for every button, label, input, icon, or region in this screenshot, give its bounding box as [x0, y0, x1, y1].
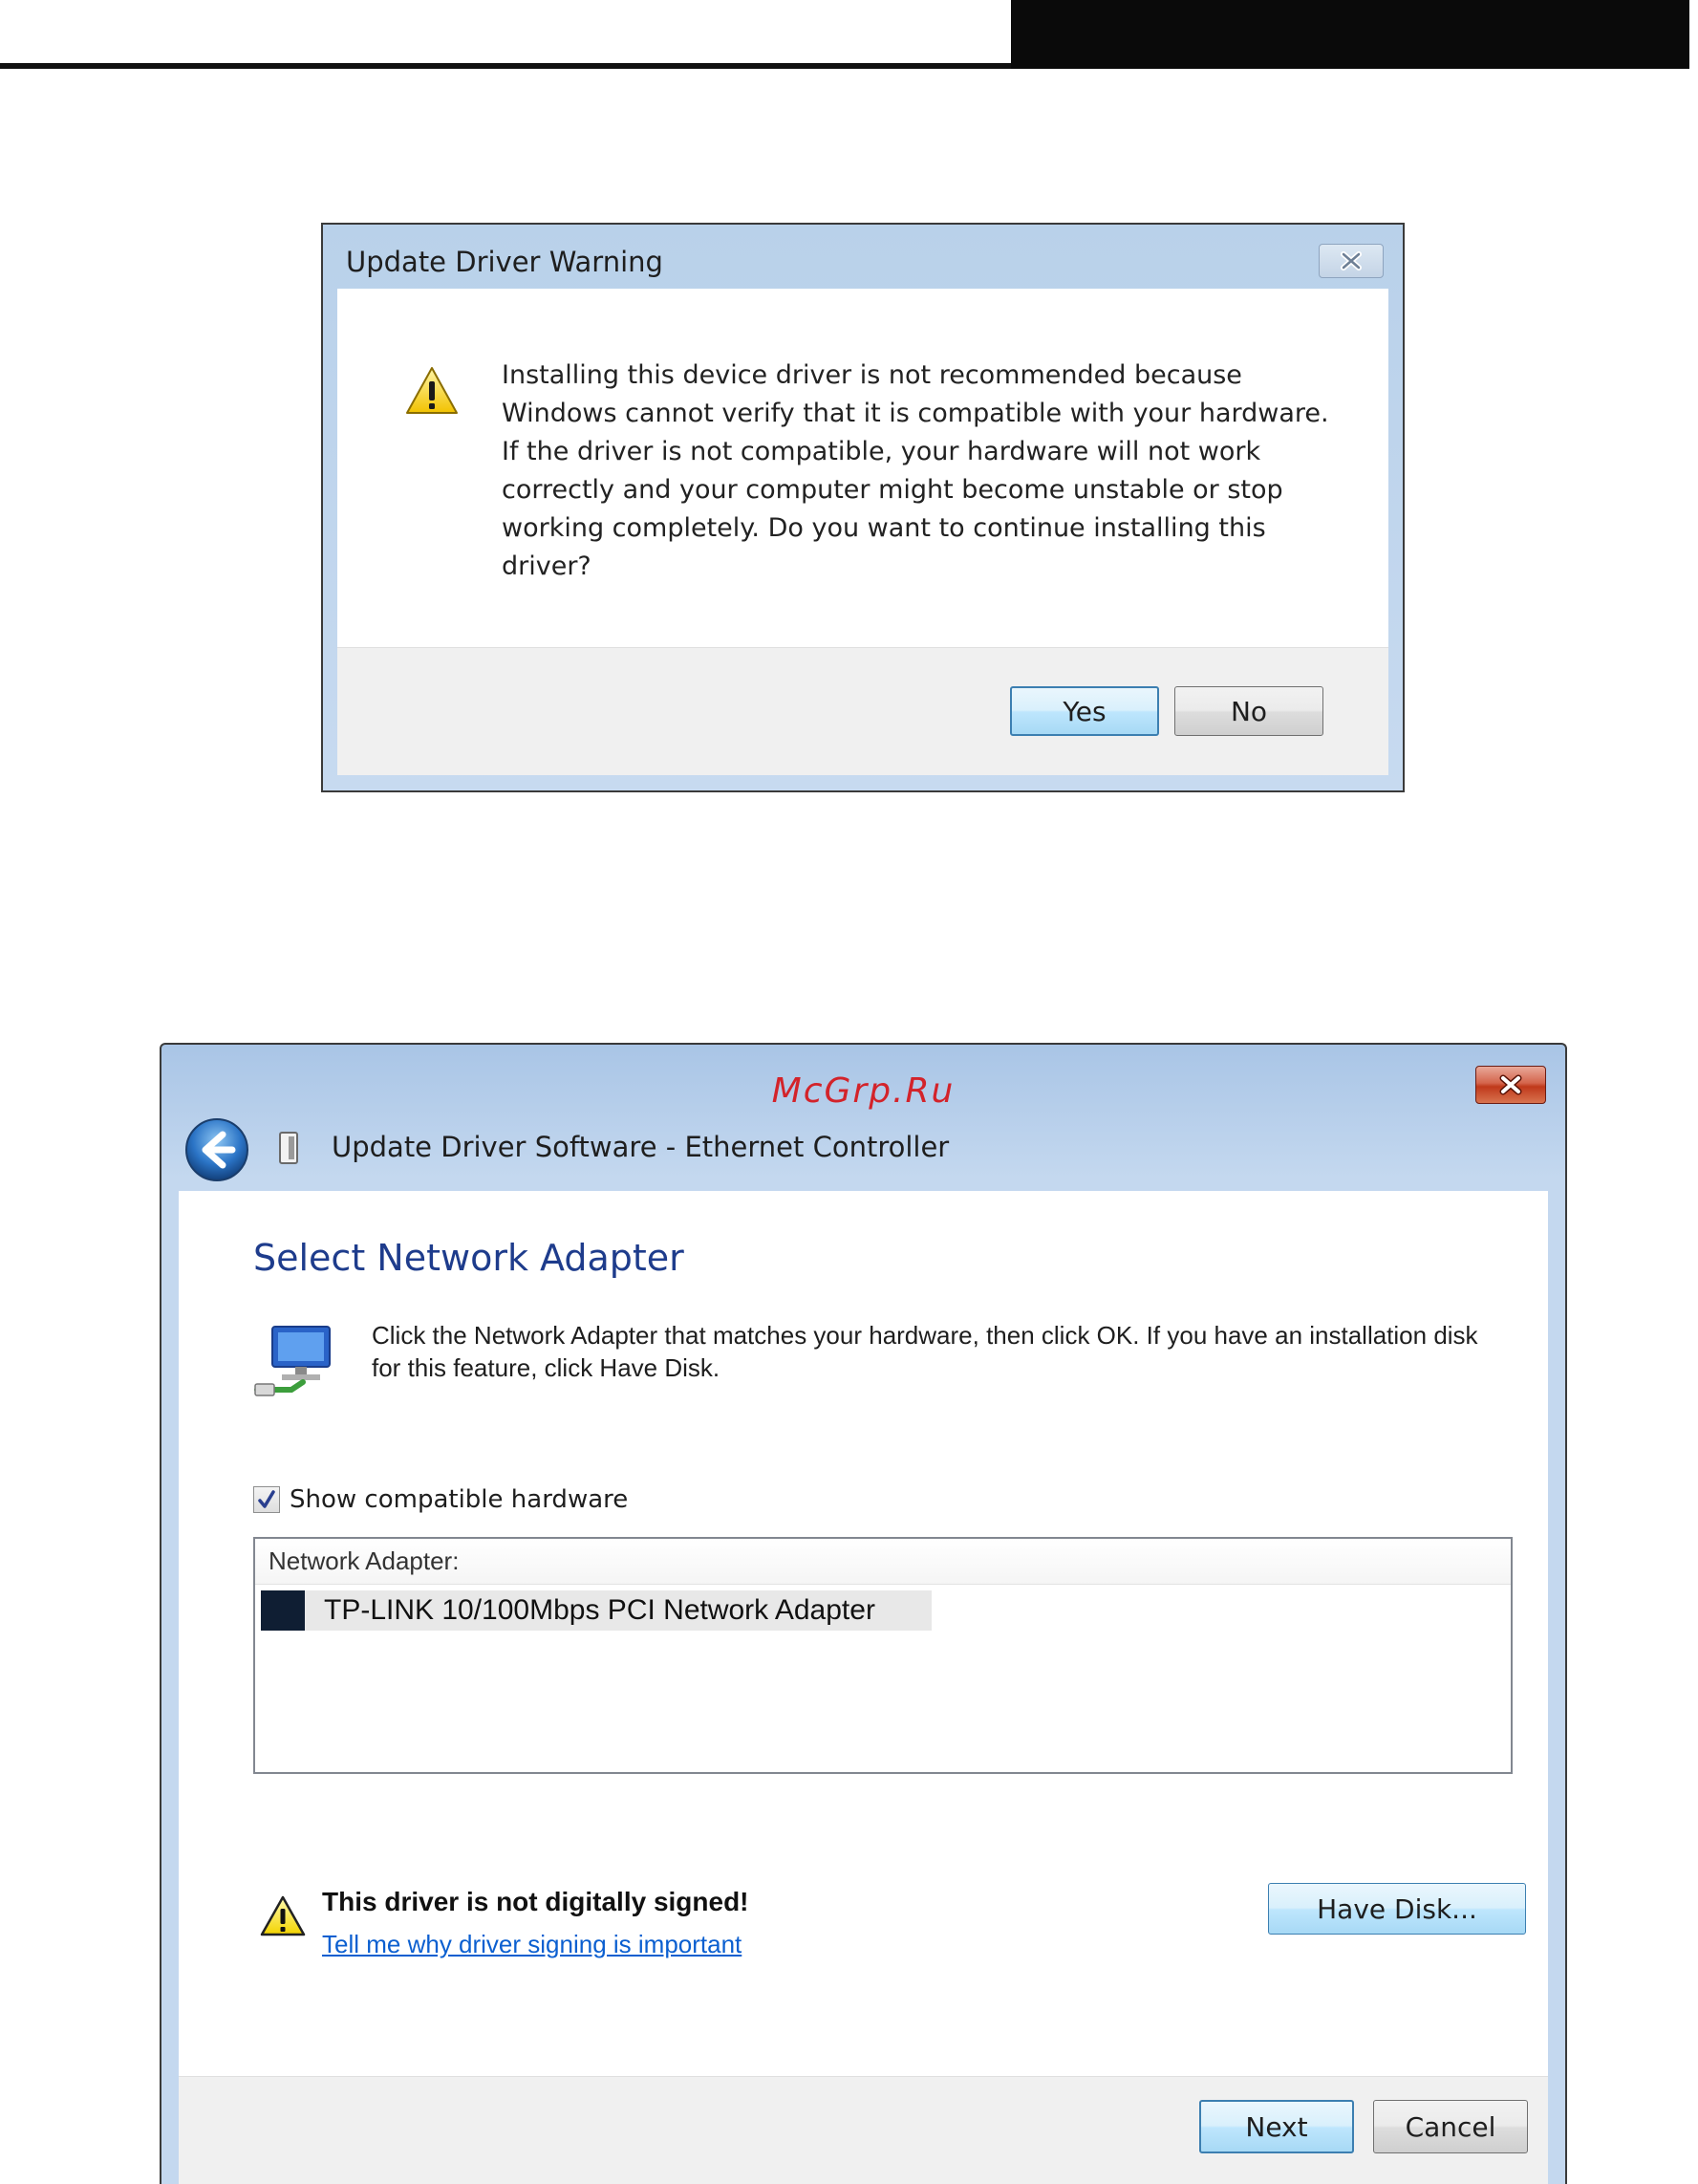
update-driver-warning-dialog: Update Driver Warning Installing this de… [321, 223, 1405, 792]
warning-icon [260, 1895, 306, 1936]
dialog-title: Update Driver Software - Ethernet Contro… [332, 1131, 950, 1163]
watermark: McGrp.Ru [771, 1071, 956, 1111]
show-compatible-label[interactable]: Show compatible hardware [290, 1485, 628, 1514]
unsigned-driver-warning: This driver is not digitally signed! [322, 1887, 749, 1916]
dialog-title: Update Driver Warning [346, 246, 663, 278]
page-header-rule [0, 63, 1013, 69]
page-header-tab [1011, 0, 1689, 69]
close-button[interactable] [1475, 1066, 1546, 1104]
warning-message: Installing this device driver is not rec… [502, 360, 1329, 581]
network-adapter-list[interactable]: Network Adapter: TP-LINK 10/100Mbps PCI … [253, 1537, 1513, 1774]
dialog-body: Installing this device driver is not rec… [337, 289, 1388, 775]
cancel-button[interactable]: Cancel [1373, 2100, 1528, 2153]
show-compatible-row[interactable]: Show compatible hardware [253, 1485, 628, 1514]
dialog-footer: Next Cancel [179, 2076, 1548, 2184]
close-button[interactable] [1319, 244, 1384, 278]
driver-signing-link[interactable]: Tell me why driver signing is important [322, 1930, 742, 1959]
adapter-icon [261, 1590, 305, 1631]
page-heading: Select Network Adapter [253, 1237, 684, 1279]
update-driver-software-dialog: McGrp.Ru Update Driver Software - Ethern… [160, 1043, 1567, 2184]
adapter-name: TP-LINK 10/100Mbps PCI Network Adapter [324, 1594, 875, 1626]
no-button[interactable]: No [1174, 686, 1323, 736]
device-icon [279, 1132, 298, 1164]
back-arrow-icon[interactable] [183, 1115, 251, 1184]
close-icon [1499, 1074, 1522, 1095]
warning-icon [406, 367, 458, 414]
dialog-body: Select Network Adapter Click the Network… [179, 1191, 1548, 2184]
checkmark-icon [258, 1490, 275, 1508]
next-button[interactable]: Next [1199, 2100, 1354, 2153]
dialog-footer: Yes No [337, 647, 1388, 775]
show-compatible-checkbox[interactable] [253, 1486, 280, 1513]
list-item[interactable]: TP-LINK 10/100Mbps PCI Network Adapter [261, 1590, 932, 1631]
list-header: Network Adapter: [255, 1539, 1511, 1585]
yes-button[interactable]: Yes [1010, 686, 1159, 736]
close-icon [1341, 251, 1362, 270]
network-adapter-icon [254, 1326, 331, 1396]
have-disk-button[interactable]: Have Disk... [1268, 1883, 1526, 1935]
instructions-text: Click the Network Adapter that matches y… [372, 1321, 1478, 1382]
